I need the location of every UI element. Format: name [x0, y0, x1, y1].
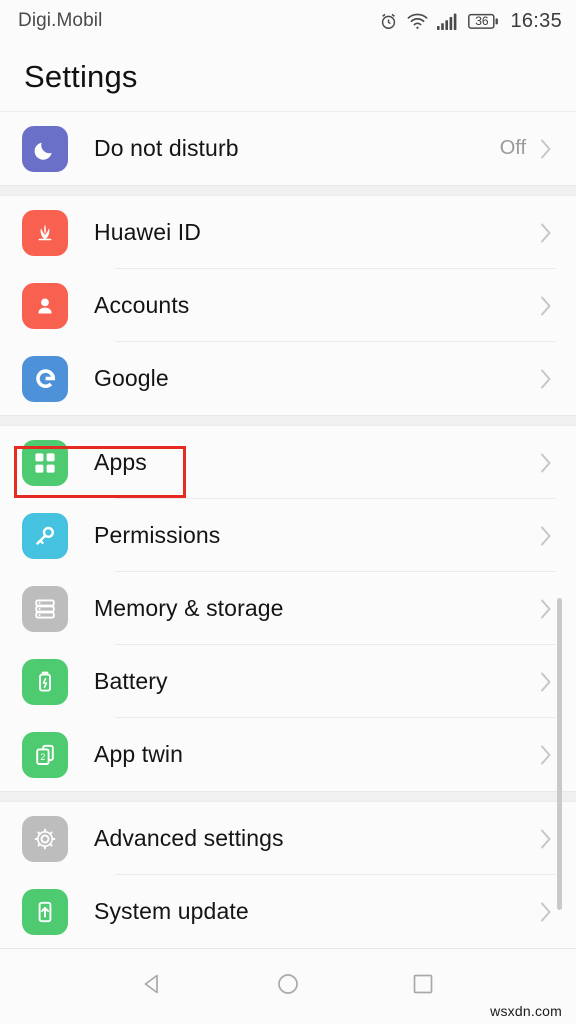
chevron-right-icon: [538, 293, 554, 319]
settings-row-trailing: [538, 742, 554, 768]
settings-row-label: Apps: [94, 449, 147, 475]
settings-row-label: Memory & storage: [94, 595, 284, 621]
gear-icon: [22, 815, 68, 862]
settings-row-value: Off: [499, 137, 526, 159]
chevron-right-icon: [538, 450, 554, 476]
settings-group: Advanced settings System update: [0, 802, 576, 948]
settings-row-trailing: Off: [500, 136, 554, 162]
settings-row-label: Accounts: [94, 292, 190, 318]
chevron-right-icon: [538, 136, 554, 162]
settings-row-trailing: [538, 220, 554, 246]
carrier-label: Digi.Mobil: [18, 10, 103, 31]
alarm-icon: [379, 12, 398, 31]
settings-row-trailing: [538, 366, 554, 392]
settings-row-google[interactable]: Google: [0, 342, 576, 415]
home-button[interactable]: [260, 959, 316, 1015]
settings-row-trailing: [538, 293, 554, 319]
group-separator: [0, 791, 576, 802]
settings-row-label: Advanced settings: [94, 825, 284, 851]
system-update-icon: [22, 888, 68, 935]
page-title: Settings: [24, 58, 138, 94]
settings-row-label: App twin: [94, 741, 184, 767]
group-separator: [0, 185, 576, 196]
status-bar: Digi.Mobil 36 16:35: [0, 0, 576, 42]
page-header: Settings: [0, 42, 576, 112]
settings-row-label: Do not disturb: [94, 135, 239, 161]
chevron-right-icon: [538, 826, 554, 852]
settings-list[interactable]: Do not disturb Off Huawei ID Accounts Google…: [0, 112, 576, 948]
battery-bolt-icon: [22, 658, 68, 705]
back-button[interactable]: [125, 959, 181, 1015]
settings-row-trailing: [538, 450, 554, 476]
circle-icon: [273, 969, 303, 1004]
settings-row-memory-storage[interactable]: Memory & storage: [0, 572, 576, 645]
chevron-right-icon: [538, 523, 554, 549]
settings-row-permissions[interactable]: Permissions: [0, 499, 576, 572]
svg-text:2: 2: [40, 750, 45, 761]
battery-icon: 36: [468, 13, 499, 30]
chevron-right-icon: [538, 899, 554, 925]
key-icon: [22, 512, 68, 559]
settings-row-advanced-settings[interactable]: Advanced settings: [0, 802, 576, 875]
settings-group: Do not disturb Off: [0, 112, 576, 185]
settings-row-label: Battery: [94, 668, 168, 694]
moon-icon: [22, 125, 68, 172]
recents-button[interactable]: [395, 959, 451, 1015]
wifi-icon: [407, 13, 428, 30]
clock-label: 16:35: [510, 9, 562, 32]
settings-row-trailing: [538, 523, 554, 549]
chevron-right-icon: [538, 742, 554, 768]
app-twin-icon: 2: [22, 731, 68, 778]
settings-row-label: System update: [94, 898, 249, 924]
settings-row-accounts[interactable]: Accounts: [0, 269, 576, 342]
settings-row-battery[interactable]: Battery: [0, 645, 576, 718]
person-icon: [22, 282, 68, 329]
settings-row-trailing: [538, 826, 554, 852]
settings-row-label: Permissions: [94, 522, 221, 548]
settings-group: Huawei ID Accounts Google: [0, 196, 576, 415]
settings-row-huawei-id[interactable]: Huawei ID: [0, 196, 576, 269]
settings-row-app-twin[interactable]: 2 App twin: [0, 718, 576, 791]
status-icons: 36 16:35: [379, 10, 562, 33]
scrollbar[interactable]: [557, 598, 562, 910]
apps-grid-icon: [22, 439, 68, 486]
settings-row-label: Google: [94, 365, 169, 391]
settings-row-trailing: [538, 596, 554, 622]
storage-icon: [22, 585, 68, 632]
chevron-right-icon: [538, 669, 554, 695]
huawei-flower-icon: [22, 209, 68, 256]
watermark: wsxdn.com: [490, 1003, 562, 1019]
settings-group: Apps Permissions Memory & storage Battery 2 A…: [0, 426, 576, 791]
chevron-right-icon: [538, 366, 554, 392]
triangle-left-icon: [138, 969, 168, 1004]
settings-row-trailing: [538, 899, 554, 925]
settings-row-do-not-disturb[interactable]: Do not disturb Off: [0, 112, 576, 185]
group-separator: [0, 415, 576, 426]
signal-icon: [437, 13, 459, 30]
chevron-right-icon: [538, 220, 554, 246]
square-icon: [408, 969, 438, 1004]
settings-row-trailing: [538, 669, 554, 695]
settings-row-apps[interactable]: Apps: [0, 426, 576, 499]
settings-row-label: Huawei ID: [94, 219, 201, 245]
battery-percent-label: 36: [475, 14, 489, 28]
google-g-icon: [22, 355, 68, 402]
settings-row-system-update[interactable]: System update: [0, 875, 576, 948]
chevron-right-icon: [538, 596, 554, 622]
